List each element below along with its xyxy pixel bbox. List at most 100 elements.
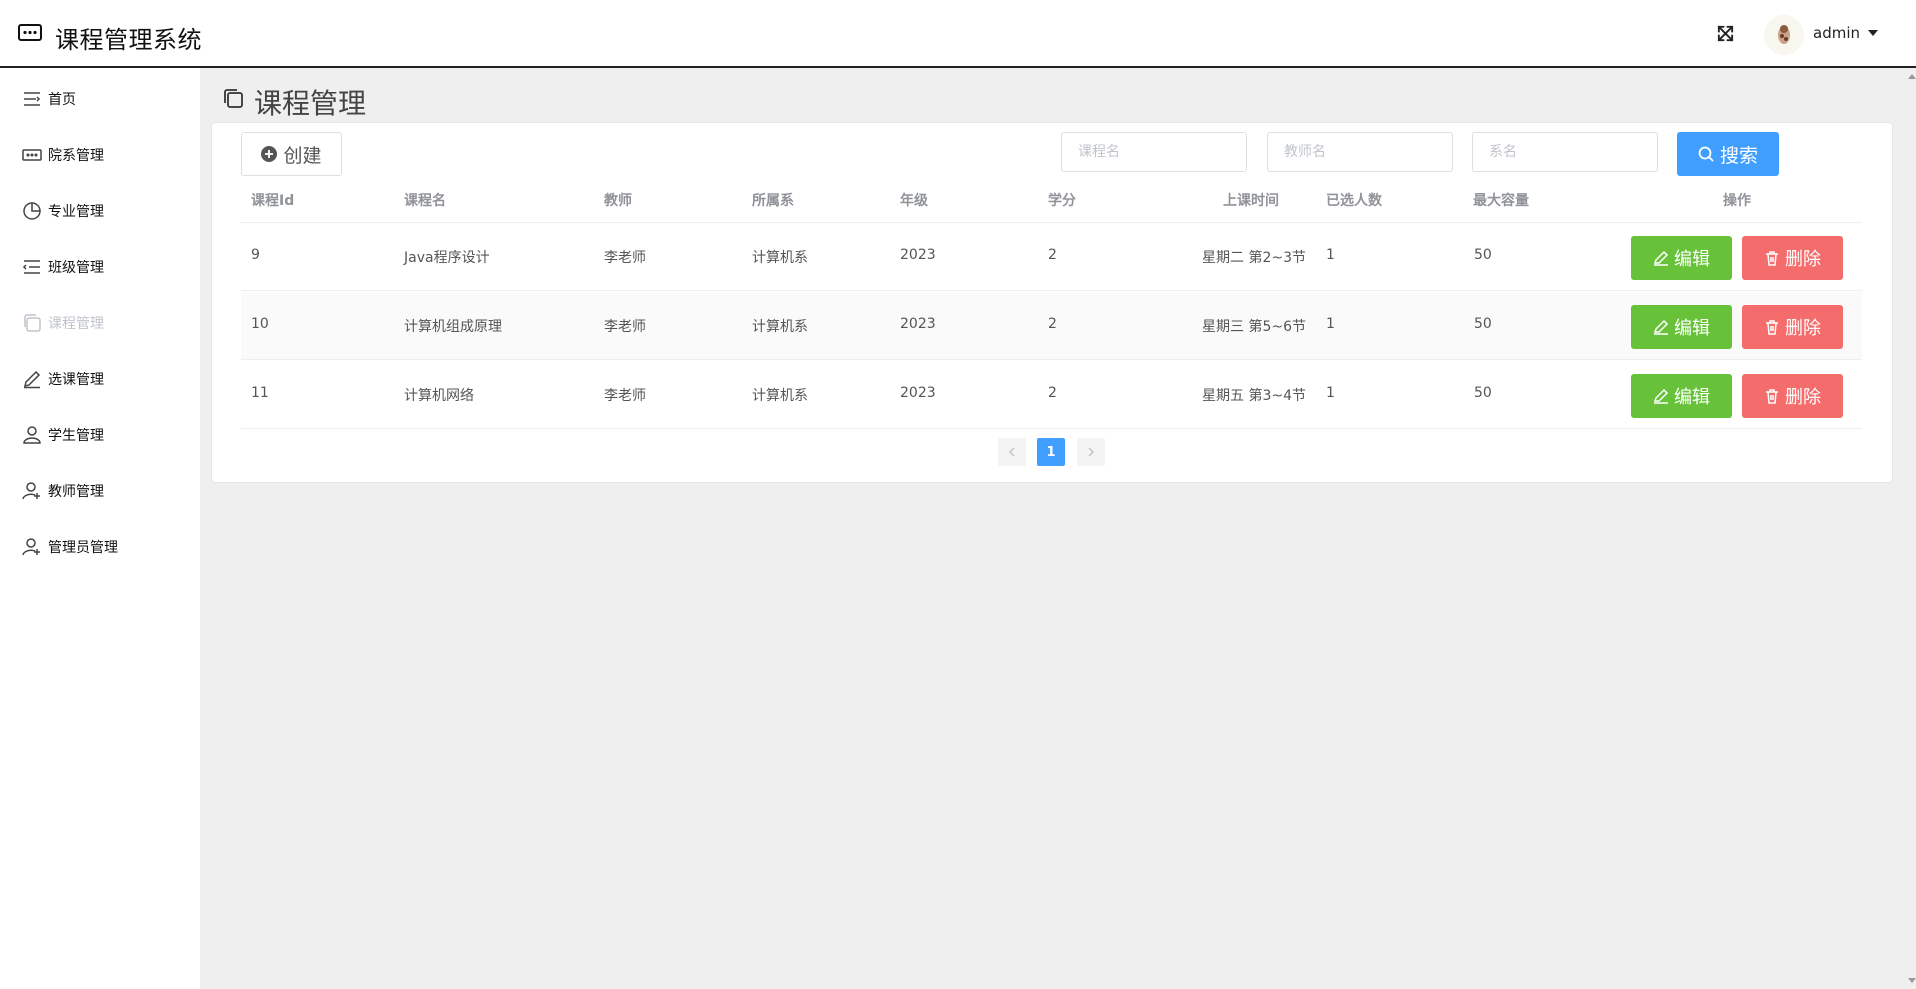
cell-credit: 2 [1048,247,1057,263]
sidebar-item-label: 院系管理 [48,148,104,164]
sidebar-item-label: 选课管理 [48,372,104,388]
sidebar: 首页 院系管理 专业管理 班级管理 课程管理 选课管理 学生管理 教师管理 管理… [0,68,200,989]
caret-down-icon [1868,30,1878,36]
pie-chart-icon [23,202,41,220]
column-header-selected: 已选人数 [1326,193,1382,209]
avatar[interactable] [1764,15,1804,55]
edit-pen-icon [23,370,41,389]
column-header-department: 所属系 [752,193,794,209]
user-icon [23,426,41,444]
cell-time: 星期二 第2~3节 [1202,250,1306,266]
next-page-button[interactable] [1077,438,1105,466]
page-title: 课程管理 [254,87,367,120]
sidebar-item-label: 首页 [48,92,76,108]
trash-icon [1766,320,1778,335]
sidebar-item-teachers[interactable]: 教师管理 [0,471,200,511]
column-header-id: 课程Id [251,193,295,209]
sidebar-item-classes[interactable]: 班级管理 [0,247,200,287]
cell-time: 星期三 第5~6节 [1202,319,1306,335]
cell-id: 11 [251,385,269,401]
cell-department: 计算机系 [752,250,808,266]
delete-button-label: 删除 [1785,387,1821,408]
cell-teacher: 李老师 [604,388,646,404]
table-row: 10 计算机组成原理 李老师 计算机系 2023 2 星期三 第5~6节 1 5… [241,292,1862,360]
table-row: 9 Java程序设计 李老师 计算机系 2023 2 星期二 第2~3节 1 5… [241,223,1862,291]
column-header-time: 上课时间 [1223,193,1279,209]
top-header: 课程管理系统 admin [0,0,1916,68]
delete-button[interactable]: 删除 [1742,305,1843,349]
edit-button[interactable]: 编辑 [1631,374,1732,418]
app-title: 课程管理系统 [55,26,202,54]
sidebar-item-label: 班级管理 [48,260,104,276]
more-dots-icon [22,149,42,161]
fullscreen-icon[interactable] [1716,24,1735,43]
cell-credit: 2 [1048,385,1057,401]
cell-department: 计算机系 [752,319,808,335]
user-add-icon [22,482,40,500]
course-name-input[interactable] [1061,132,1247,172]
cell-teacher: 李老师 [604,250,646,266]
table-row: 11 计算机网络 李老师 计算机系 2023 2 星期五 第3~4节 1 50 … [241,361,1862,429]
user-add-icon [22,538,40,556]
department-name-input[interactable] [1472,132,1658,172]
sidebar-item-label: 管理员管理 [48,540,118,556]
sidebar-item-label: 课程管理 [48,316,104,332]
cell-teacher: 李老师 [604,319,646,335]
cell-capacity: 50 [1474,385,1492,401]
cell-grade: 2023 [900,247,936,263]
copy-document-icon [224,89,243,108]
edit-pen-icon [1653,319,1669,335]
create-button[interactable]: 创建 [241,132,342,176]
scroll-down-arrow[interactable] [1908,978,1916,983]
sidebar-item-label: 学生管理 [48,428,104,444]
create-button-label: 创建 [283,144,322,167]
copy-document-icon [24,314,41,332]
cell-grade: 2023 [900,316,936,332]
column-header-teacher: 教师 [604,193,632,209]
cell-department: 计算机系 [752,388,808,404]
list-icon [22,260,40,274]
cell-name: 计算机组成原理 [404,319,502,335]
sidebar-item-departments[interactable]: 院系管理 [0,135,200,175]
edit-button[interactable]: 编辑 [1631,305,1732,349]
page-number-button[interactable]: 1 [1037,438,1065,466]
more-dots-icon [18,24,42,41]
cell-capacity: 50 [1474,316,1492,332]
delete-button-label: 删除 [1785,249,1821,270]
delete-button[interactable]: 删除 [1742,236,1843,280]
search-button-label: 搜索 [1719,144,1758,167]
column-header-actions: 操作 [1723,193,1751,209]
chevron-right-icon [1088,447,1095,457]
edit-button[interactable]: 编辑 [1631,236,1732,280]
sidebar-item-enrollments[interactable]: 选课管理 [0,359,200,399]
cell-name: 计算机网络 [404,388,474,404]
delete-button[interactable]: 删除 [1742,374,1843,418]
sidebar-item-students[interactable]: 学生管理 [0,415,200,455]
cell-grade: 2023 [900,385,936,401]
edit-button-label: 编辑 [1674,249,1710,270]
chevron-left-icon [1008,447,1015,457]
user-menu[interactable]: admin [1813,24,1878,42]
previous-page-button[interactable] [998,438,1026,466]
cell-id: 10 [251,316,269,332]
sidebar-item-label: 专业管理 [48,204,104,220]
menu-lines-icon [24,92,41,106]
teacher-name-input[interactable] [1267,132,1453,172]
sidebar-item-courses[interactable]: 课程管理 [0,303,200,343]
scroll-up-arrow[interactable] [1908,74,1916,79]
plus-circle-icon [261,146,278,162]
search-button[interactable]: 搜索 [1677,132,1779,176]
sidebar-item-home[interactable]: 首页 [0,79,200,119]
delete-button-label: 删除 [1785,318,1821,339]
cell-time: 星期五 第3~4节 [1202,388,1306,404]
sidebar-item-admins[interactable]: 管理员管理 [0,527,200,567]
cell-id: 9 [251,247,260,263]
column-header-capacity: 最大容量 [1473,193,1529,209]
edit-button-label: 编辑 [1674,318,1710,339]
sidebar-item-majors[interactable]: 专业管理 [0,191,200,231]
column-header-grade: 年级 [900,193,928,209]
edit-pen-icon [1653,388,1669,404]
user-name: admin [1813,24,1860,42]
sidebar-item-label: 教师管理 [48,484,104,500]
cell-credit: 2 [1048,316,1057,332]
